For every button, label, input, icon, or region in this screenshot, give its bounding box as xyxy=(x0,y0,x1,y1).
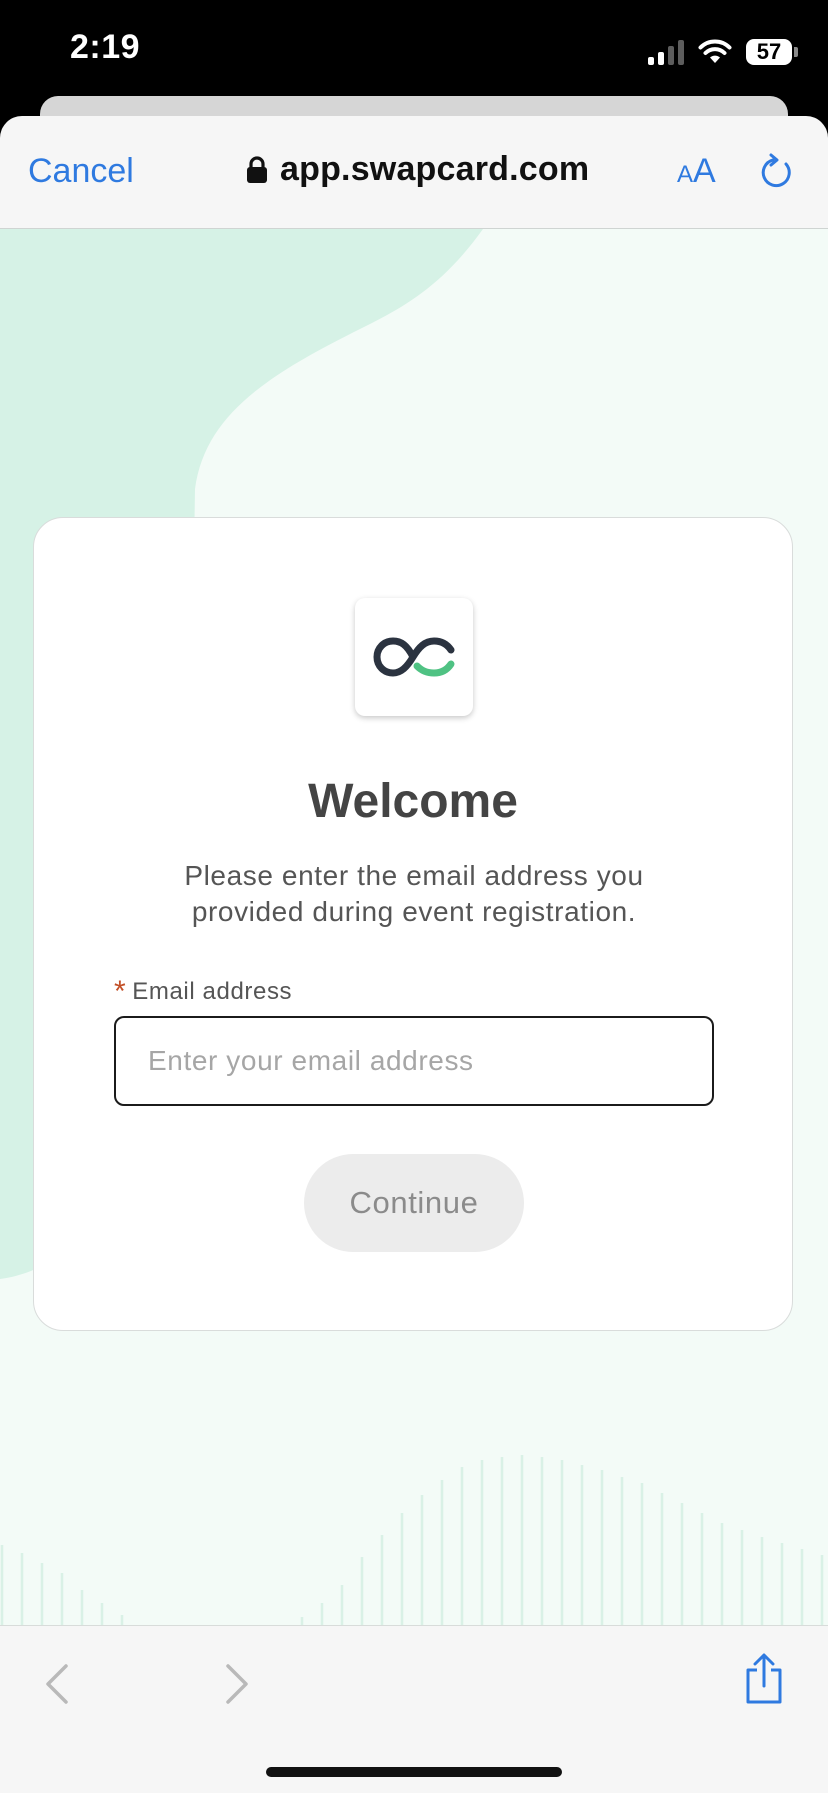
email-input[interactable] xyxy=(114,1016,714,1106)
email-label: * Email address xyxy=(114,975,293,1008)
cancel-button[interactable]: Cancel xyxy=(28,152,134,191)
share-icon[interactable] xyxy=(742,1652,786,1706)
welcome-subtitle: Please enter the email address you provi… xyxy=(184,860,644,927)
swapcard-logo xyxy=(355,598,473,716)
web-page: Welcome Please enter the email address y… xyxy=(0,229,828,1625)
wifi-icon xyxy=(698,39,732,63)
text-size-button[interactable]: AA xyxy=(677,152,716,191)
email-label-text: Email address xyxy=(132,978,293,1005)
text-size-small-a: A xyxy=(677,161,694,188)
back-icon[interactable] xyxy=(44,1662,70,1706)
address-bar[interactable]: app.swapcard.com xyxy=(246,150,589,189)
status-bar: 2:19 57 xyxy=(0,0,828,96)
text-size-large-a: A xyxy=(693,152,716,190)
swapcard-logo-icon xyxy=(373,637,455,677)
battery-level: 57 xyxy=(746,39,792,65)
battery-icon: 57 xyxy=(746,39,798,65)
login-card: Welcome Please enter the email address y… xyxy=(33,517,793,1331)
browser-header: Cancel app.swapcard.com AA xyxy=(0,116,828,229)
reload-icon[interactable] xyxy=(756,152,796,192)
url-text: app.swapcard.com xyxy=(280,150,590,188)
required-marker: * xyxy=(114,975,127,1008)
forward-icon[interactable] xyxy=(224,1662,250,1706)
lock-icon xyxy=(247,155,267,183)
continue-button[interactable]: Continue xyxy=(304,1154,524,1252)
cellular-signal-icon xyxy=(648,39,684,65)
background-soundwave xyxy=(0,1455,824,1625)
welcome-title: Welcome xyxy=(308,775,518,828)
status-time: 2:19 xyxy=(70,28,141,66)
status-indicators: 57 xyxy=(648,32,798,72)
home-indicator[interactable] xyxy=(266,1767,562,1777)
